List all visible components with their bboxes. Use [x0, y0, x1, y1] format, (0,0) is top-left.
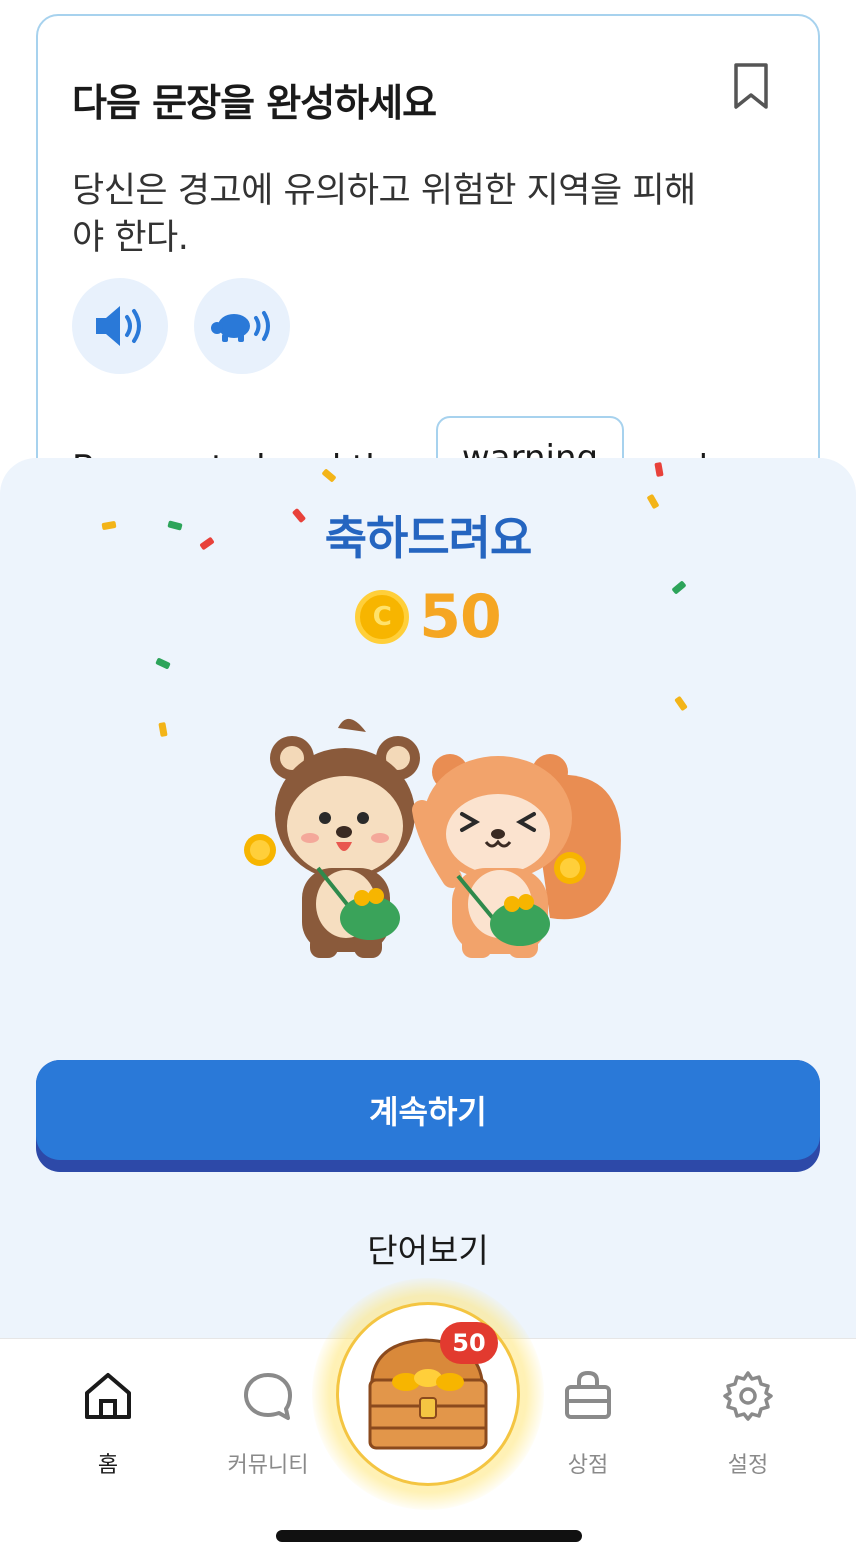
chat-icon [244, 1373, 292, 1420]
bookmark-icon[interactable] [732, 62, 770, 110]
bag-icon [565, 1370, 611, 1419]
confetti [674, 695, 688, 712]
reward-amount: 50 [419, 582, 501, 652]
continue-label: 계속하기 [36, 1060, 820, 1160]
continue-button[interactable]: 계속하기 [36, 1060, 820, 1172]
tab-settings[interactable]: 설정 [678, 1369, 818, 1479]
tab-shop-label: 상점 [567, 1453, 609, 1478]
tab-home-label: 홈 [97, 1453, 119, 1478]
view-words-link[interactable]: 단어보기 [0, 1224, 856, 1272]
tab-settings-label: 설정 [727, 1453, 769, 1478]
play-slow-audio-button[interactable] [194, 278, 290, 374]
tab-home[interactable]: 홈 [38, 1369, 178, 1479]
home-indicator [276, 1530, 582, 1542]
home-icon [85, 1373, 131, 1419]
congrats-title: 축하드려요 [324, 511, 533, 565]
tab-community-label: 커뮤니티 [227, 1453, 309, 1478]
confetti [155, 657, 171, 670]
orange-mascot [412, 754, 621, 958]
confetti [158, 721, 168, 738]
turtle-speaker-icon [211, 311, 270, 342]
reward-sheet: 축하드려요 C 50 계속하기 단어보기 [0, 458, 856, 1338]
play-audio-button[interactable] [72, 278, 168, 374]
chest-badge: 50 [440, 1322, 498, 1364]
coin-icon: C [355, 590, 410, 644]
card-title: 다음 문장을 완성하세요 [72, 81, 437, 125]
brown-mascot [244, 718, 420, 958]
mascot-illustration [244, 718, 621, 958]
confetti [654, 461, 664, 478]
reward-row: C 50 [0, 582, 856, 652]
confetti [321, 468, 337, 483]
prompt-text: 당신은 경고에 유의하고 위험한 지역을 피해야 한다. [72, 171, 696, 258]
gear-icon [723, 1371, 773, 1421]
speaker-icon [96, 306, 141, 346]
